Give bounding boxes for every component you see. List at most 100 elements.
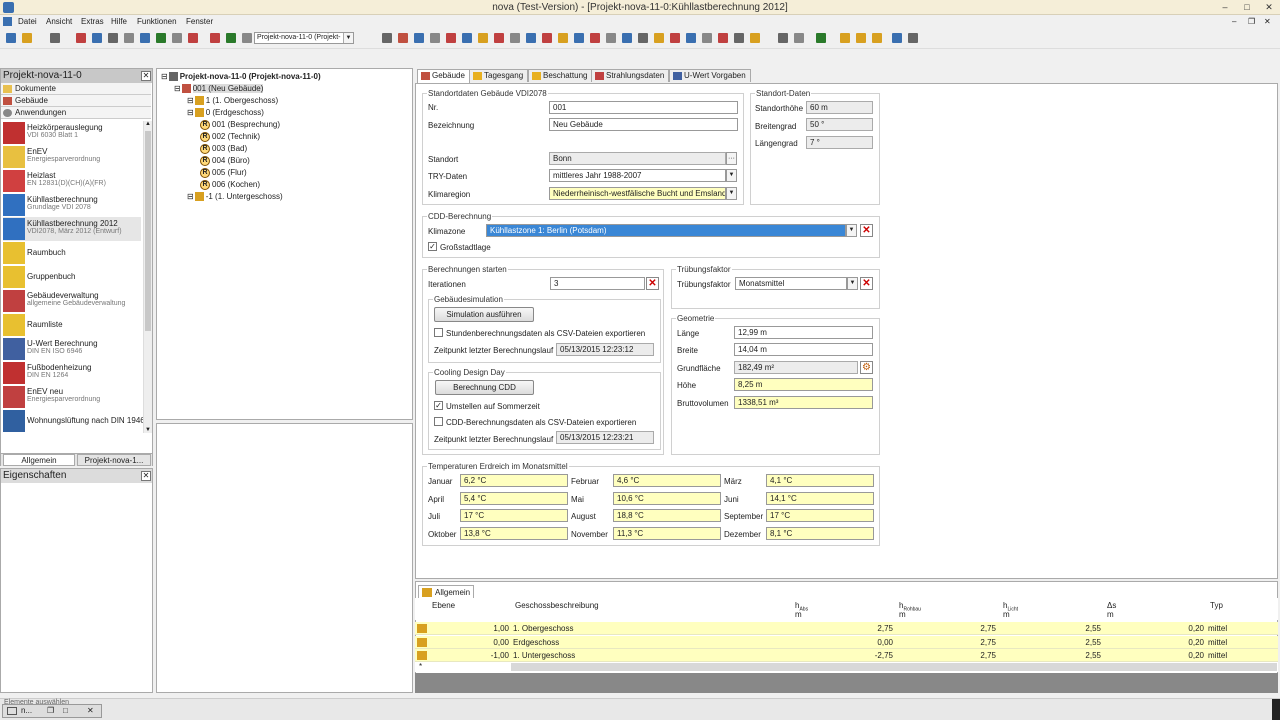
expand-icon[interactable]: ⊟: [187, 108, 194, 117]
cell-h-licht[interactable]: 2,55: [1003, 636, 1101, 649]
toolbar-tool-icon[interactable]: [210, 33, 220, 43]
nav-dokumente[interactable]: Dokumente: [1, 83, 151, 95]
toolbar-tool-icon[interactable]: [124, 33, 134, 43]
menu-funktionen[interactable]: Funktionen: [137, 17, 177, 26]
cell-typ[interactable]: mittel: [1208, 622, 1268, 635]
month-temperature-field[interactable]: 4,1 °C: [766, 474, 874, 487]
toolbar-tool-icon[interactable]: [606, 33, 616, 43]
tree-node[interactable]: R 005 (Flur): [200, 168, 247, 178]
cell-h-abs[interactable]: 2,75: [795, 622, 893, 635]
cell-ebene[interactable]: -1,00: [429, 649, 509, 662]
delete-truebung-button[interactable]: ✕: [860, 277, 873, 290]
toolbar-tool-icon[interactable]: [478, 33, 488, 43]
toolbar-tool-icon[interactable]: [734, 33, 744, 43]
app-item[interactable]: Fußbodenheizung DIN EN 1264: [3, 361, 141, 385]
expand-icon[interactable]: ⊟: [174, 84, 181, 93]
mdi-restore-icon[interactable]: ❐: [1248, 17, 1255, 26]
cell-h-rohbau[interactable]: 2,75: [899, 636, 996, 649]
bruttovolumen-field[interactable]: 1338,51 m³: [734, 396, 873, 409]
toolbar-tool-icon[interactable]: [574, 33, 584, 43]
task-restore-icon[interactable]: ❐: [47, 705, 54, 717]
laenge-field[interactable]: 12,99 m: [734, 326, 873, 339]
expand-icon[interactable]: ⊟: [187, 192, 194, 201]
app-item[interactable]: Kühllastberechnung Grundlage VDI 2078: [3, 193, 141, 217]
toolbar-tool-icon[interactable]: [638, 33, 648, 43]
toolbar-tool-icon[interactable]: [22, 33, 32, 43]
toolbar-tool-icon[interactable]: [816, 33, 826, 43]
cell-typ[interactable]: mittel: [1208, 636, 1268, 649]
cell-ebene[interactable]: 1,00: [429, 622, 509, 635]
cell-h-rohbau[interactable]: 2,75: [899, 649, 996, 662]
tab-u-wert-vorgaben[interactable]: U-Wert Vorgaben: [669, 69, 751, 82]
toolbar-tool-icon[interactable]: [414, 33, 424, 43]
cdd-csv-checkbox[interactable]: [434, 417, 443, 426]
toolbar-tool-icon[interactable]: [462, 33, 472, 43]
minimize-button[interactable]: –: [1218, 1, 1232, 13]
toolbar-tool-icon[interactable]: [140, 33, 150, 43]
month-temperature-field[interactable]: 13,8 °C: [460, 526, 568, 540]
chevron-down-icon[interactable]: ▼: [846, 224, 857, 237]
toolbar-tool-icon[interactable]: [398, 33, 408, 43]
menu-extras[interactable]: Extras: [81, 17, 104, 26]
app-item[interactable]: EnEV Energiesparverordnung: [3, 145, 141, 169]
grid-new-row[interactable]: *: [415, 662, 1278, 672]
gear-icon[interactable]: ⚙: [860, 361, 873, 374]
cell-h-abs[interactable]: -2,75: [795, 649, 893, 662]
close-button[interactable]: ✕: [1262, 1, 1276, 13]
simulation-button[interactable]: Simulation ausführen: [434, 307, 534, 322]
close-properties-button[interactable]: ✕: [141, 471, 151, 481]
standort-browse-button[interactable]: ···: [726, 152, 737, 165]
tab-gebaeude[interactable]: Gebäude: [417, 69, 470, 83]
delete-iterationen-button[interactable]: ✕: [646, 277, 659, 290]
toolbar-tool-icon[interactable]: [670, 33, 680, 43]
toolbar-tool-icon[interactable]: [686, 33, 696, 43]
tree-node[interactable]: ⊟ 0 (Erdgeschoss): [187, 108, 264, 118]
menu-ansicht[interactable]: Ansicht: [46, 17, 72, 26]
nav-anwendungen[interactable]: Anwendungen: [1, 107, 151, 119]
toolbar-tool-icon[interactable]: [778, 33, 788, 43]
toolbar-tool-icon[interactable]: [494, 33, 504, 43]
toolbar-tool-icon[interactable]: [510, 33, 520, 43]
cell-geschossbeschreibung[interactable]: Erdgeschoss: [513, 636, 783, 649]
cell-ds[interactable]: 0,20: [1107, 636, 1204, 649]
app-item[interactable]: U-Wert Berechnung DIN EN ISO 6946: [3, 337, 141, 361]
toolbar-tool-icon[interactable]: [6, 33, 16, 43]
menu-datei[interactable]: Datei: [18, 17, 37, 26]
chevron-down-icon[interactable]: ▼: [847, 277, 858, 290]
klimazone-select[interactable]: Kühllastzone 1: Berlin (Potsdam): [486, 224, 846, 237]
tab-tagesgang[interactable]: Tagesgang: [469, 69, 529, 82]
app-item[interactable]: Wohnungslüftung nach DIN 1946: [3, 409, 143, 433]
month-temperature-field[interactable]: 18,8 °C: [613, 509, 721, 522]
tab-projekt[interactable]: Projekt-nova-1...: [77, 454, 151, 466]
chevron-down-icon[interactable]: ▼: [343, 33, 353, 43]
cell-ds[interactable]: 0,20: [1107, 649, 1204, 662]
tree-node[interactable]: ⊟ 1 (1. Obergeschoss): [187, 96, 278, 106]
app-item[interactable]: Gebäudeverwaltung allgemeine Gebäudeverwa…: [3, 289, 141, 313]
standort-field[interactable]: Bonn: [549, 152, 726, 165]
task-maximize-icon[interactable]: □: [63, 705, 68, 717]
delete-klimazone-button[interactable]: ✕: [860, 224, 873, 237]
tab-strahlungsdaten[interactable]: Strahlungsdaten: [591, 69, 670, 82]
cell-h-abs[interactable]: 0,00: [795, 636, 893, 649]
project-combo[interactable]: Projekt-nova-11-0 (Projekt- ▼: [254, 32, 354, 44]
month-temperature-field[interactable]: 14,1 °C: [766, 491, 874, 505]
toolbar-tool-icon[interactable]: [50, 33, 60, 43]
sim-csv-checkbox[interactable]: [434, 328, 443, 337]
app-item[interactable]: Raumliste: [3, 313, 141, 337]
toolbar-tool-icon[interactable]: [908, 33, 918, 43]
toolbar-tool-icon[interactable]: [226, 33, 236, 43]
toolbar-tool-icon[interactable]: [242, 33, 252, 43]
tree-node[interactable]: ⊟ 001 (Neu Gebäude): [174, 84, 264, 94]
cell-ebene[interactable]: 0,00: [429, 636, 509, 649]
toolbar-tool-icon[interactable]: [590, 33, 600, 43]
cell-typ[interactable]: mittel: [1208, 649, 1268, 662]
header-typ[interactable]: Typ: [1210, 601, 1223, 610]
tree-node[interactable]: R 001 (Besprechung): [200, 120, 280, 130]
app-item[interactable]: Heizkörperauslegung VDI 6030 Blatt 1: [3, 121, 141, 145]
task-close-icon[interactable]: ✕: [87, 705, 94, 717]
try-select[interactable]: mittleres Jahr 1988-2007: [549, 169, 726, 182]
toolbar-tool-icon[interactable]: [856, 33, 866, 43]
scroll-down-icon[interactable]: ▼: [145, 427, 151, 433]
grid-hscroll[interactable]: [511, 663, 1277, 671]
month-temperature-field[interactable]: 5,4 °C: [460, 491, 568, 505]
